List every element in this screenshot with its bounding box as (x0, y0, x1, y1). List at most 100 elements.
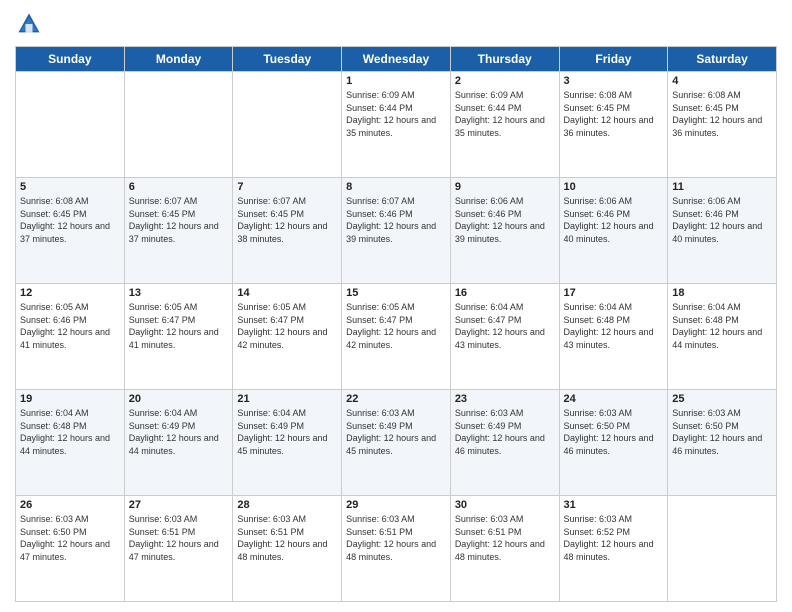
day-number: 27 (129, 499, 229, 511)
calendar-cell: 11Sunrise: 6:06 AMSunset: 6:46 PMDayligh… (668, 178, 777, 284)
day-info: Sunrise: 6:03 AMSunset: 6:49 PMDaylight:… (346, 407, 446, 457)
day-info: Sunrise: 6:06 AMSunset: 6:46 PMDaylight:… (564, 195, 664, 245)
day-info: Sunrise: 6:06 AMSunset: 6:46 PMDaylight:… (672, 195, 772, 245)
day-info: Sunrise: 6:08 AMSunset: 6:45 PMDaylight:… (20, 195, 120, 245)
day-number: 7 (237, 181, 337, 193)
day-number: 1 (346, 75, 446, 87)
day-number: 8 (346, 181, 446, 193)
calendar-cell: 25 Sunrise: 6:03 AMSunset: 6:50 PMDayligh… (668, 390, 777, 496)
day-info: Sunrise: 6:06 AMSunset: 6:46 PMDaylight:… (455, 195, 555, 245)
day-number: 4 (672, 75, 772, 87)
calendar-day-header: Sunday (16, 47, 125, 72)
calendar-cell: 29 Sunrise: 6:03 AMSunset: 6:51 PMDayligh… (342, 496, 451, 602)
day-number: 18 (672, 287, 772, 299)
day-number: 16 (455, 287, 555, 299)
day-number: 22 (346, 393, 446, 405)
day-number: 12 (20, 287, 120, 299)
calendar-header-row: SundayMondayTuesdayWednesdayThursdayFrid… (16, 47, 777, 72)
calendar-cell: 27Sunrise: 6:03 AMSunset: 6:51 PMDayligh… (124, 496, 233, 602)
day-info: Sunrise: 6:03 AMSunset: 6:52 PMDaylight:… (564, 513, 664, 563)
day-info: Sunrise: 6:08 AMSunset: 6:45 PMDaylight:… (672, 89, 772, 139)
day-info: Sunrise: 6:03 AMSunset: 6:51 PMDaylight:… (346, 513, 446, 563)
calendar-day-header: Saturday (668, 47, 777, 72)
day-info: Sunrise: 6:05 AMSunset: 6:47 PMDaylight:… (346, 301, 446, 351)
day-number: 31 (564, 499, 664, 511)
day-number: 20 (129, 393, 229, 405)
calendar-week-row: 12 Sunrise: 6:05 AMSunset: 6:46 PMDayligh… (16, 284, 777, 390)
day-number: 29 (346, 499, 446, 511)
day-number: 17 (564, 287, 664, 299)
day-number: 5 (20, 181, 120, 193)
day-number: 10 (564, 181, 664, 193)
day-info: Sunrise: 6:03 AMSunset: 6:50 PMDaylight:… (20, 513, 120, 563)
calendar-cell: 30Sunrise: 6:03 AMSunset: 6:51 PMDayligh… (450, 496, 559, 602)
calendar-cell: 18 Sunrise: 6:04 AMSunset: 6:48 PMDayligh… (668, 284, 777, 390)
calendar-cell: 8 Sunrise: 6:07 AMSunset: 6:46 PMDaylight… (342, 178, 451, 284)
calendar-cell: 16 Sunrise: 6:04 AMSunset: 6:47 PMDayligh… (450, 284, 559, 390)
calendar-cell (124, 72, 233, 178)
day-number: 21 (237, 393, 337, 405)
logo-icon (15, 10, 43, 38)
day-number: 14 (237, 287, 337, 299)
calendar-cell: 4 Sunrise: 6:08 AMSunset: 6:45 PMDaylight… (668, 72, 777, 178)
calendar-cell: 28 Sunrise: 6:03 AMSunset: 6:51 PMDayligh… (233, 496, 342, 602)
calendar-cell: 17 Sunrise: 6:04 AMSunset: 6:48 PMDayligh… (559, 284, 668, 390)
calendar-cell: 2Sunrise: 6:09 AMSunset: 6:44 PMDaylight… (450, 72, 559, 178)
day-number: 24 (564, 393, 664, 405)
calendar-cell (233, 72, 342, 178)
day-number: 28 (237, 499, 337, 511)
day-info: Sunrise: 6:03 AMSunset: 6:50 PMDaylight:… (564, 407, 664, 457)
day-info: Sunrise: 6:04 AMSunset: 6:49 PMDaylight:… (129, 407, 229, 457)
calendar-cell: 13 Sunrise: 6:05 AMSunset: 6:47 PMDayligh… (124, 284, 233, 390)
day-info: Sunrise: 6:05 AMSunset: 6:46 PMDaylight:… (20, 301, 120, 351)
logo (15, 10, 47, 38)
calendar-cell: 9 Sunrise: 6:06 AMSunset: 6:46 PMDaylight… (450, 178, 559, 284)
calendar-cell: 24 Sunrise: 6:03 AMSunset: 6:50 PMDayligh… (559, 390, 668, 496)
day-number: 23 (455, 393, 555, 405)
calendar-cell: 22 Sunrise: 6:03 AMSunset: 6:49 PMDayligh… (342, 390, 451, 496)
calendar-week-row: 1 Sunrise: 6:09 AMSunset: 6:44 PMDaylight… (16, 72, 777, 178)
day-info: Sunrise: 6:03 AMSunset: 6:49 PMDaylight:… (455, 407, 555, 457)
calendar-cell: 14Sunrise: 6:05 AMSunset: 6:47 PMDayligh… (233, 284, 342, 390)
calendar-cell: 20 Sunrise: 6:04 AMSunset: 6:49 PMDayligh… (124, 390, 233, 496)
calendar-cell: 23 Sunrise: 6:03 AMSunset: 6:49 PMDayligh… (450, 390, 559, 496)
calendar-cell: 19 Sunrise: 6:04 AMSunset: 6:48 PMDayligh… (16, 390, 125, 496)
page: SundayMondayTuesdayWednesdayThursdayFrid… (0, 0, 792, 612)
calendar-week-row: 19 Sunrise: 6:04 AMSunset: 6:48 PMDayligh… (16, 390, 777, 496)
calendar-cell: 26Sunrise: 6:03 AMSunset: 6:50 PMDayligh… (16, 496, 125, 602)
day-number: 13 (129, 287, 229, 299)
day-number: 19 (20, 393, 120, 405)
day-info: Sunrise: 6:07 AMSunset: 6:45 PMDaylight:… (129, 195, 229, 245)
day-number: 6 (129, 181, 229, 193)
day-info: Sunrise: 6:04 AMSunset: 6:47 PMDaylight:… (455, 301, 555, 351)
calendar-cell: 5 Sunrise: 6:08 AMSunset: 6:45 PMDaylight… (16, 178, 125, 284)
calendar-day-header: Wednesday (342, 47, 451, 72)
calendar-cell (668, 496, 777, 602)
calendar-cell: 1 Sunrise: 6:09 AMSunset: 6:44 PMDaylight… (342, 72, 451, 178)
calendar-table: SundayMondayTuesdayWednesdayThursdayFrid… (15, 46, 777, 602)
calendar-cell: 21 Sunrise: 6:04 AMSunset: 6:49 PMDayligh… (233, 390, 342, 496)
calendar-cell: 10 Sunrise: 6:06 AMSunset: 6:46 PMDayligh… (559, 178, 668, 284)
calendar-cell (16, 72, 125, 178)
day-info: Sunrise: 6:04 AMSunset: 6:48 PMDaylight:… (672, 301, 772, 351)
day-number: 25 (672, 393, 772, 405)
header (15, 10, 777, 38)
day-info: Sunrise: 6:05 AMSunset: 6:47 PMDaylight:… (129, 301, 229, 351)
calendar-week-row: 26Sunrise: 6:03 AMSunset: 6:50 PMDayligh… (16, 496, 777, 602)
day-number: 9 (455, 181, 555, 193)
day-info: Sunrise: 6:04 AMSunset: 6:48 PMDaylight:… (564, 301, 664, 351)
day-info: Sunrise: 6:04 AMSunset: 6:49 PMDaylight:… (237, 407, 337, 457)
calendar-cell: 12 Sunrise: 6:05 AMSunset: 6:46 PMDayligh… (16, 284, 125, 390)
day-number: 15 (346, 287, 446, 299)
calendar-day-header: Monday (124, 47, 233, 72)
day-info: Sunrise: 6:03 AMSunset: 6:51 PMDaylight:… (237, 513, 337, 563)
day-info: Sunrise: 6:07 AMSunset: 6:46 PMDaylight:… (346, 195, 446, 245)
day-info: Sunrise: 6:04 AMSunset: 6:48 PMDaylight:… (20, 407, 120, 457)
day-info: Sunrise: 6:09 AMSunset: 6:44 PMDaylight:… (346, 89, 446, 139)
day-info: Sunrise: 6:03 AMSunset: 6:50 PMDaylight:… (672, 407, 772, 457)
day-info: Sunrise: 6:09 AMSunset: 6:44 PMDaylight:… (455, 89, 555, 139)
calendar-cell: 3Sunrise: 6:08 AMSunset: 6:45 PMDaylight… (559, 72, 668, 178)
calendar-cell: 15 Sunrise: 6:05 AMSunset: 6:47 PMDayligh… (342, 284, 451, 390)
calendar-day-header: Thursday (450, 47, 559, 72)
calendar-day-header: Tuesday (233, 47, 342, 72)
